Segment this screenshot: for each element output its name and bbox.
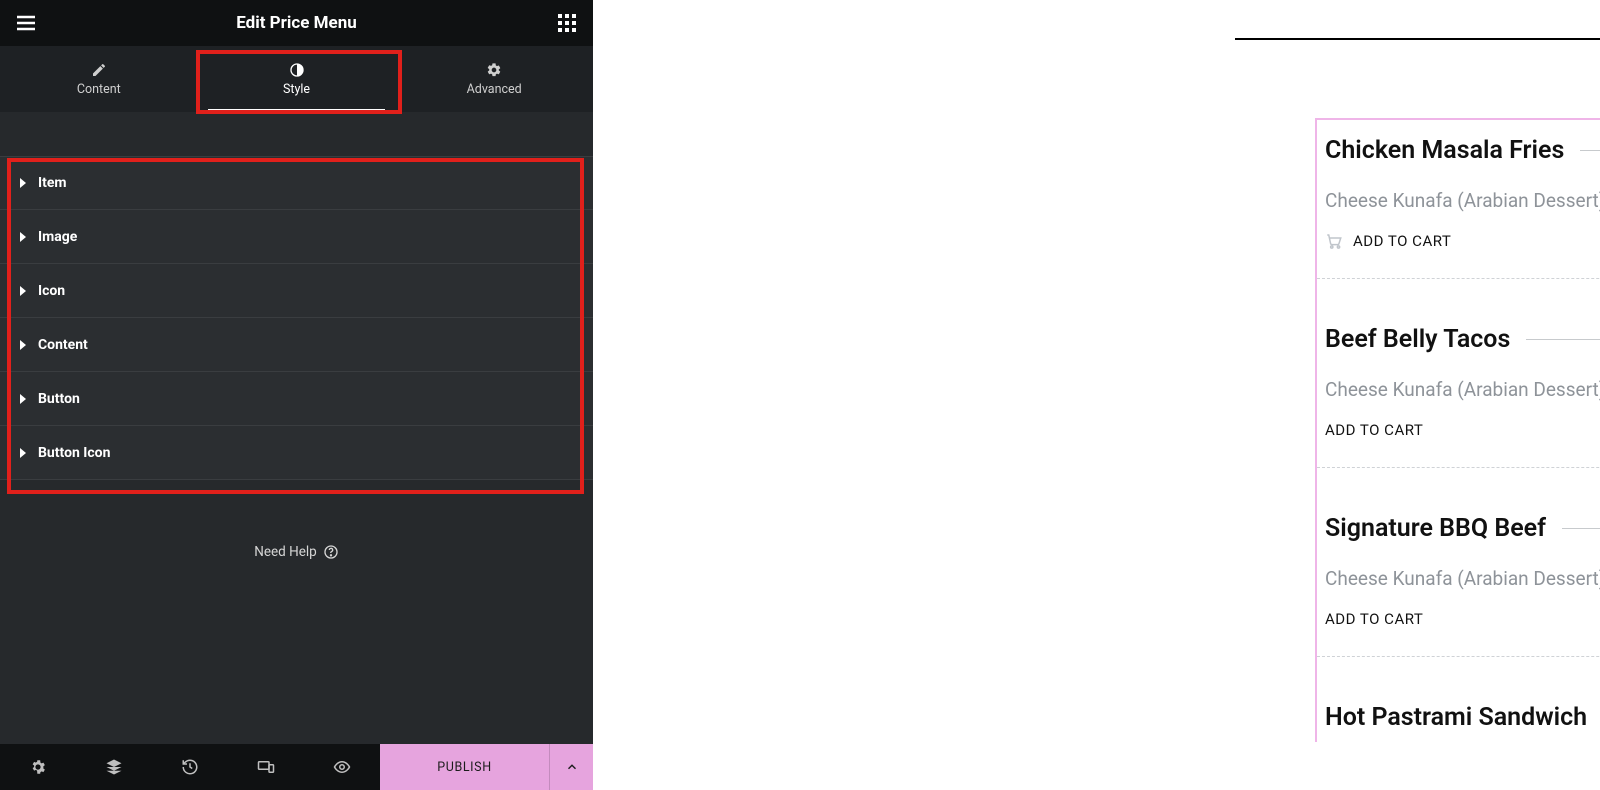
navigator-button[interactable]	[76, 744, 152, 790]
need-help-link[interactable]: Need Help	[0, 544, 593, 560]
caret-right-icon	[20, 394, 26, 404]
add-to-cart-button[interactable]: ADD TO CART	[1325, 421, 1600, 439]
gear-icon	[486, 62, 502, 78]
history-icon	[181, 758, 199, 776]
caret-right-icon	[20, 340, 26, 350]
elementor-panel: Edit Price Menu Content Style Advanced	[0, 0, 593, 790]
menu-item-title: Hot Pastrami Sandwich	[1325, 703, 1587, 732]
section-button[interactable]: Button	[0, 372, 593, 426]
section-icon[interactable]: Icon	[0, 264, 593, 318]
cart-label: ADD TO CART	[1353, 232, 1451, 250]
menu-item-title: Beef Belly Tacos	[1325, 325, 1510, 354]
menu-item-description: Cheese Kunafa (Arabian Dessert)	[1325, 378, 1600, 401]
style-sections: Item Image Icon Content Button Button Ic…	[0, 112, 593, 480]
preview-canvas: Chicken Masala Fries $12.48 Cheese Kunaf…	[593, 0, 1600, 790]
section-image[interactable]: Image	[0, 210, 593, 264]
caret-right-icon	[20, 178, 26, 188]
section-label: Content	[38, 337, 88, 353]
tab-label: Advanced	[467, 82, 522, 97]
add-to-cart-button[interactable]: ADD TO CART	[1325, 610, 1600, 628]
need-help-label: Need Help	[254, 544, 317, 560]
section-button-icon[interactable]: Button Icon	[0, 426, 593, 480]
menu-item-title: Signature BBQ Beef	[1325, 514, 1546, 543]
price-leader-line	[1526, 339, 1600, 340]
panel-footer: PUBLISH	[0, 744, 593, 790]
panel-header: Edit Price Menu	[0, 0, 593, 46]
history-button[interactable]	[152, 744, 228, 790]
section-label: Item	[38, 175, 67, 191]
price-leader-line	[1580, 150, 1600, 151]
menu-item-description: Cheese Kunafa (Arabian Dessert)	[1325, 189, 1600, 212]
tab-label: Style	[283, 82, 310, 97]
price-menu-widget[interactable]: Chicken Masala Fries $12.48 Cheese Kunaf…	[1315, 118, 1600, 742]
menu-item-description: Cheese Kunafa (Arabian Dessert)	[1325, 567, 1600, 590]
tab-label: Content	[77, 82, 121, 97]
panel-title: Edit Price Menu	[38, 13, 555, 33]
caret-right-icon	[20, 232, 26, 242]
publish-options-button[interactable]	[549, 744, 593, 790]
section-label: Button Icon	[38, 445, 110, 461]
contrast-icon	[289, 62, 305, 78]
responsive-button[interactable]	[228, 744, 304, 790]
add-to-cart-button[interactable]: ADD TO CART	[1325, 232, 1600, 250]
publish-button[interactable]: PUBLISH	[380, 744, 549, 790]
tab-advanced[interactable]: Advanced	[395, 46, 593, 112]
settings-button[interactable]	[0, 744, 76, 790]
menu-item-header: Signature BBQ Beef $12.48	[1325, 514, 1600, 543]
menu-item: Hot Pastrami Sandwich $12.48	[1317, 657, 1600, 742]
hamburger-icon[interactable]	[14, 11, 38, 35]
menu-item-header: Hot Pastrami Sandwich $12.48	[1325, 703, 1600, 732]
section-item[interactable]: Item	[0, 156, 593, 210]
gear-icon	[29, 758, 47, 776]
menu-item: Signature BBQ Beef $12.48 Cheese Kunafa …	[1317, 468, 1600, 657]
caret-right-icon	[20, 286, 26, 296]
help-circle-icon	[323, 544, 339, 560]
layers-icon	[105, 758, 123, 776]
publish-label: PUBLISH	[437, 760, 491, 775]
tab-content[interactable]: Content	[0, 46, 198, 112]
menu-item-title: Chicken Masala Fries	[1325, 136, 1564, 165]
section-label: Image	[38, 229, 77, 245]
divider	[1235, 38, 1600, 40]
cart-icon	[1325, 232, 1343, 250]
section-content[interactable]: Content	[0, 318, 593, 372]
cart-label: ADD TO CART	[1325, 421, 1423, 439]
menu-item-header: Chicken Masala Fries $12.48	[1325, 136, 1600, 165]
section-label: Button	[38, 391, 80, 407]
cart-label: ADD TO CART	[1325, 610, 1423, 628]
panel-tabs: Content Style Advanced	[0, 46, 593, 112]
menu-item: Beef Belly Tacos $12.48 Cheese Kunafa (A…	[1317, 279, 1600, 468]
eye-icon	[333, 758, 351, 776]
menu-item: Chicken Masala Fries $12.48 Cheese Kunaf…	[1317, 120, 1600, 279]
menu-item-header: Beef Belly Tacos $12.48	[1325, 325, 1600, 354]
tab-style[interactable]: Style	[198, 46, 396, 112]
price-leader-line	[1562, 528, 1600, 529]
pencil-icon	[91, 62, 107, 78]
widgets-grid-icon[interactable]	[555, 11, 579, 35]
section-label: Icon	[38, 283, 65, 299]
preview-button[interactable]	[304, 744, 380, 790]
devices-icon	[257, 758, 275, 776]
caret-right-icon	[20, 448, 26, 458]
